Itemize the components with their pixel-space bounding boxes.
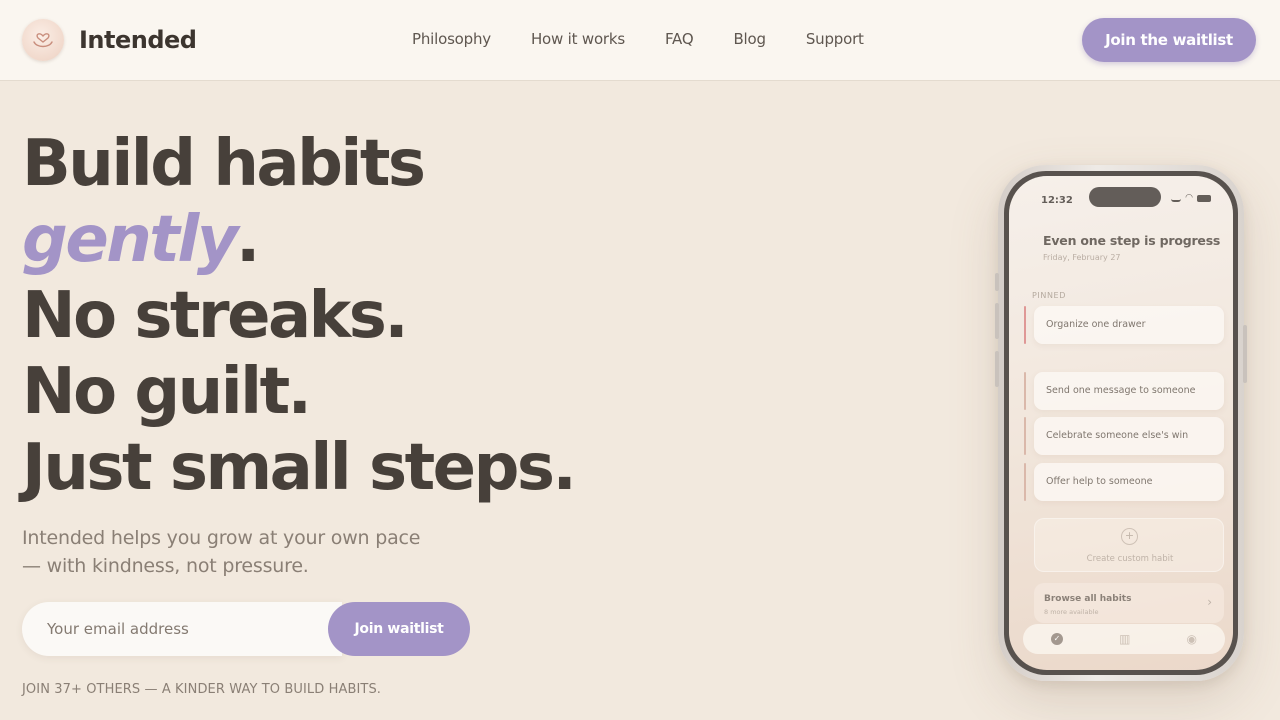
headline-line-5: Just small steps. [22, 431, 577, 505]
profile-icon[interactable]: ◉ [1186, 633, 1196, 645]
site-header: Intended Philosophy How it works FAQ Blo… [0, 0, 1280, 81]
phone-side-button [995, 273, 999, 291]
phone-mockup: 12:32 ◠ Even one step is progress Friday… [995, 165, 1247, 681]
habit-accent-bar [1024, 417, 1026, 455]
dynamic-island [1089, 187, 1161, 207]
nav-blog[interactable]: Blog [733, 30, 766, 48]
brand-link[interactable]: Intended [22, 19, 197, 61]
main-nav: Philosophy How it works FAQ Blog Support [412, 30, 864, 48]
social-proof-text: JOIN 37+ OTHERS — A KINDER WAY TO BUILD … [22, 682, 382, 697]
app-heading: Even one step is progress [1043, 233, 1221, 248]
nav-how-it-works[interactable]: How it works [531, 30, 625, 48]
pinned-accent-bar [1024, 306, 1026, 344]
nav-faq[interactable]: FAQ [665, 30, 694, 48]
pinned-label: PINNED [1032, 291, 1066, 300]
brand-name: Intended [79, 26, 197, 54]
headline-line-2: gently. [22, 202, 574, 278]
phone-side-button [995, 351, 999, 387]
nav-support[interactable]: Support [806, 30, 864, 48]
hero-headline: Build habits gently. No streaks. No guil… [22, 126, 577, 506]
browse-title: Browse all habits [1044, 594, 1132, 604]
phone-frame: 12:32 ◠ Even one step is progress Friday… [1004, 171, 1238, 675]
check-icon[interactable]: ✓ [1051, 633, 1064, 645]
habit-card[interactable]: Send one message to someone [1034, 372, 1224, 410]
headline-line-3: No streaks. [22, 279, 409, 353]
headline-accent-word: gently [22, 203, 239, 277]
join-waitlist-button[interactable]: Join waitlist [328, 602, 470, 656]
create-custom-habit-label: Create custom habit [1086, 554, 1174, 564]
email-input[interactable] [22, 602, 342, 656]
habit-card[interactable]: Celebrate someone else's win [1034, 417, 1224, 455]
chart-icon[interactable]: ▥ [1119, 633, 1130, 645]
join-waitlist-header-button[interactable]: Join the waitlist [1082, 18, 1256, 62]
habit-card[interactable]: Offer help to someone [1034, 463, 1224, 501]
habit-accent-bar [1024, 372, 1026, 410]
status-time: 12:32 [1041, 195, 1073, 206]
headline-accent-period: . [236, 203, 260, 277]
wifi-icon: ◠ [1185, 193, 1193, 203]
heart-hands-icon [22, 19, 64, 61]
signal-icon [1171, 195, 1182, 202]
browse-subtitle: 8 more available [1044, 608, 1099, 616]
battery-icon [1197, 195, 1211, 202]
plus-icon: + [1121, 528, 1138, 545]
habit-accent-bar [1024, 463, 1026, 501]
phone-screen: 12:32 ◠ Even one step is progress Friday… [1009, 176, 1233, 670]
phone-side-button [1243, 325, 1247, 383]
status-icons: ◠ [1171, 194, 1211, 203]
phone-tab-bar: ✓ ▥ ◉ [1023, 624, 1225, 654]
browse-all-habits-card[interactable]: Browse all habits 8 more available › [1034, 583, 1224, 623]
headline-line-4: No guilt. [22, 355, 312, 429]
chevron-right-icon: › [1207, 595, 1212, 609]
waitlist-form: Join waitlist [22, 602, 470, 656]
create-custom-habit-card[interactable]: + Create custom habit [1034, 518, 1224, 572]
hero-subtext: Intended helps you grow at your own pace… [22, 527, 421, 577]
nav-philosophy[interactable]: Philosophy [412, 30, 491, 48]
phone-side-button [995, 303, 999, 339]
headline-line-1: Build habits [22, 127, 426, 201]
app-date: Friday, February 27 [1043, 253, 1121, 262]
habit-card-pinned[interactable]: Organize one drawer [1034, 306, 1224, 344]
